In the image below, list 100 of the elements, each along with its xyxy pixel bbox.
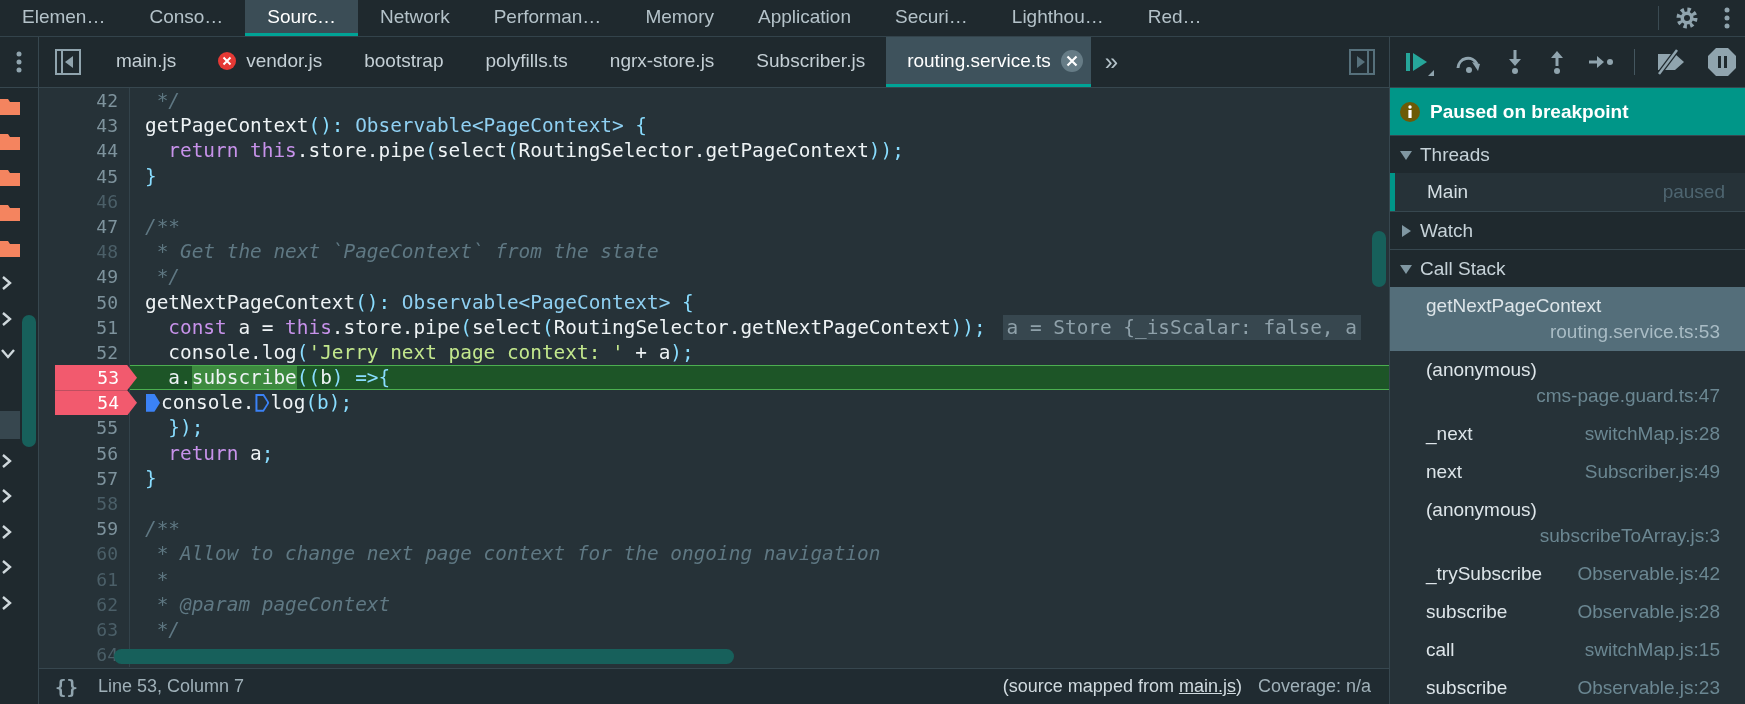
scrollbar-thumb[interactable] [114,649,734,664]
folder-icon[interactable] [0,203,20,222]
function-name: (anonymous) [1426,358,1537,382]
file-tab[interactable]: main.js [95,37,198,87]
line-number: 59 [96,517,119,542]
inline-value: a = Store {_isScalar: false, a [1002,314,1361,340]
frame-location: switchMap.js:28 [1584,422,1720,446]
pause-icon[interactable] [1707,47,1737,77]
scrollbar-thumb[interactable] [22,315,36,447]
triangle-down-icon [1400,148,1412,161]
section-header[interactable]: Threads [1390,135,1745,173]
panel-tab[interactable]: Conso… [127,0,246,36]
function-name: call [1426,638,1455,662]
code-text: getPageContext(): Observable<PageContext> { [145,113,648,139]
panel-tab[interactable]: Lighthou… [989,0,1126,36]
folder-icon[interactable] [0,167,20,186]
chevron-right-icon[interactable] [0,275,14,292]
code-text: * Get the next `PageContext` from the state [155,239,659,265]
function-name: getNextPageContext [1426,294,1602,318]
file-tab[interactable]: bootstrap [343,37,465,87]
panel-tab[interactable]: Network [358,0,472,36]
chevron-right-icon[interactable] [0,594,14,611]
code-text: * @param pageContext [155,591,391,617]
folder-icon[interactable] [0,96,20,115]
chevron-right-icon[interactable] [0,559,14,576]
call-frame[interactable]: next Subscriber.js:49 [1390,453,1745,491]
code-text: */ [155,88,181,114]
code-text: getNextPageContext(): Observable<PageContext> { [145,289,694,315]
call-frame[interactable]: _next switchMap.js:28 [1390,415,1745,453]
more-options-icon[interactable] [1723,6,1731,30]
function-name: next [1426,460,1462,484]
panel-tab[interactable]: Elemen… [0,0,128,36]
call-frame[interactable]: subscribe Observable.js:28 [1390,593,1745,631]
thread-name: Main [1427,181,1469,203]
panel-tab[interactable]: Red… [1125,0,1224,36]
code-text: } [145,465,157,491]
scrollbar-thumb[interactable] [1372,231,1386,287]
file-tab[interactable]: vendor.js [197,37,344,87]
call-frame[interactable]: subscribe Observable.js:23 [1390,669,1745,704]
file-tab[interactable]: routing.service.ts [886,37,1091,87]
thread-status: paused [1662,181,1725,203]
code-text: }); [167,415,204,441]
chevron-right-icon[interactable] [0,488,14,505]
call-frame[interactable]: _trySubscribe Observable.js:42 [1390,555,1745,593]
panel-tab[interactable]: Performan… [471,0,624,36]
line-number: 42 [96,89,119,113]
error-icon [218,51,237,70]
chevron-right-icon[interactable] [0,452,14,469]
triangle-right-icon [1400,224,1412,237]
line-number: 45 [96,164,119,189]
code-text: return a; [167,440,274,466]
code-text: log(b); [270,390,353,416]
coverage-text: Coverage: n/a [1257,676,1371,697]
call-frame[interactable]: (anonymous) cms-page.guard.ts:47 [1390,351,1745,415]
section-header[interactable]: Call Stack [1390,249,1745,287]
code-text: return this.store.pipe(select(RoutingSelector.getPageContext)); [167,138,904,164]
line-number: 49 [96,265,119,290]
file-tab[interactable]: ngrx-store.js [588,37,736,87]
line-number: 43 [96,114,119,139]
folder-icon[interactable] [0,132,20,151]
frame-location: switchMap.js:15 [1584,638,1720,662]
close-icon[interactable] [1060,49,1083,72]
file-tab[interactable]: polyfills.ts [464,37,589,87]
section-header[interactable]: Watch [1390,211,1745,249]
code-text: const a = this.store.pipe(select(RoutingSelector.getNextPageContext)); [167,314,986,340]
function-name: _trySubscribe [1426,562,1543,587]
line-number: 44 [96,139,119,164]
folder-icon[interactable] [0,238,20,257]
settings-icon[interactable] [1675,6,1699,30]
panel-tab[interactable]: Sourc… [245,0,358,36]
code-text: console. [161,390,255,416]
call-frame[interactable]: getNextPageContext routing.service.ts:53 [1390,287,1745,351]
file-tab[interactable]: Subscriber.js [735,37,887,87]
panel-tab[interactable]: Securi… [872,0,990,36]
code-text: } [145,163,157,189]
chevron-right-icon[interactable] [0,310,14,327]
code-text: a.subscribe((b) =>{ [167,366,391,390]
sidebar-toggle-icon[interactable] [1349,49,1375,75]
frame-location: routing.service.ts:53 [1549,320,1720,344]
more-options-icon[interactable] [15,50,23,74]
file-link[interactable]: main.js [1178,676,1236,696]
function-name: subscribe [1426,676,1508,700]
frame-location: cms-page.guard.ts:47 [1536,384,1720,408]
panel-tab[interactable]: Application [736,0,873,36]
cursor-position: Line 53, Column 7 [97,676,244,697]
info-icon [1400,101,1420,122]
line-number: 50 [96,290,119,315]
call-frame[interactable]: call switchMap.js:15 [1390,631,1745,669]
sidebar-toggle-icon[interactable] [55,49,81,75]
code-text: * [155,566,169,592]
chevron-right-icon[interactable] [0,523,14,540]
code-text: */ [155,616,181,643]
panel-tab[interactable]: Memory [623,0,736,36]
more-tabs-button[interactable]: » [1090,37,1133,87]
line-number: 51 [96,315,119,340]
inline-breakpoint-icon[interactable] [255,393,270,412]
pretty-print-button[interactable]: {} [51,675,82,698]
frame-location: Observable.js:28 [1577,600,1720,624]
call-frame[interactable]: (anonymous) subscribeToArray.js:3 [1390,491,1745,555]
inline-breakpoint-icon[interactable] [146,393,160,412]
